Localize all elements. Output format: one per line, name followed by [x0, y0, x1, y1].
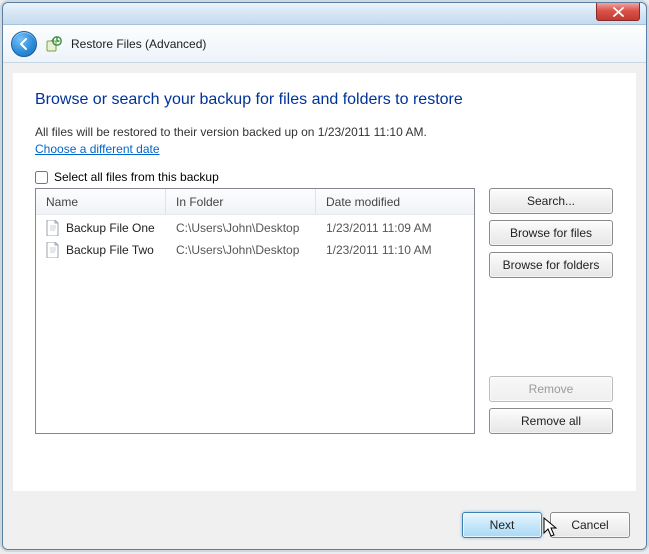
restore-info-text: All files will be restored to their vers…	[35, 125, 614, 139]
next-button[interactable]: Next	[462, 512, 542, 538]
column-header-folder[interactable]: In Folder	[166, 189, 316, 214]
table-row[interactable]: Backup File Two C:\Users\John\Desktop 1/…	[36, 239, 474, 261]
titlebar	[3, 3, 646, 25]
header-bar: Restore Files (Advanced)	[3, 25, 646, 63]
window-title: Restore Files (Advanced)	[71, 37, 206, 51]
back-button[interactable]	[11, 31, 37, 57]
choose-date-link[interactable]: Choose a different date	[35, 142, 160, 156]
select-all-checkbox[interactable]	[35, 171, 48, 184]
page-heading: Browse or search your backup for files a…	[35, 91, 614, 109]
file-icon	[46, 242, 60, 258]
file-name: Backup File One	[66, 221, 155, 235]
file-date: 1/23/2011 11:10 AM	[316, 243, 474, 257]
cancel-button[interactable]: Cancel	[550, 512, 630, 538]
browse-folders-button[interactable]: Browse for folders	[489, 252, 613, 278]
file-folder: C:\Users\John\Desktop	[166, 243, 316, 257]
file-date: 1/23/2011 11:09 AM	[316, 221, 474, 235]
select-all-label: Select all files from this backup	[54, 170, 219, 184]
search-button[interactable]: Search...	[489, 188, 613, 214]
side-buttons: Search... Browse for files Browse for fo…	[489, 188, 613, 434]
restore-files-icon	[45, 35, 63, 53]
table-row[interactable]: Backup File One C:\Users\John\Desktop 1/…	[36, 217, 474, 239]
restore-files-window: Restore Files (Advanced) Browse or searc…	[2, 2, 647, 550]
footer: Next Cancel	[3, 501, 646, 549]
browse-files-button[interactable]: Browse for files	[489, 220, 613, 246]
select-all-row: Select all files from this backup	[35, 170, 614, 184]
file-list-body: Backup File One C:\Users\John\Desktop 1/…	[36, 215, 474, 263]
arrow-left-icon	[17, 37, 31, 51]
content-area: Browse or search your backup for files a…	[13, 73, 636, 491]
file-icon	[46, 220, 60, 236]
column-header-date[interactable]: Date modified	[316, 189, 474, 214]
close-button[interactable]	[596, 3, 640, 21]
file-list[interactable]: Name In Folder Date modified Backup File…	[35, 188, 475, 434]
remove-all-button[interactable]: Remove all	[489, 408, 613, 434]
close-icon	[613, 7, 624, 17]
file-list-header: Name In Folder Date modified	[36, 189, 474, 215]
remove-button: Remove	[489, 376, 613, 402]
column-header-name[interactable]: Name	[36, 189, 166, 214]
file-name: Backup File Two	[66, 243, 154, 257]
file-folder: C:\Users\John\Desktop	[166, 221, 316, 235]
